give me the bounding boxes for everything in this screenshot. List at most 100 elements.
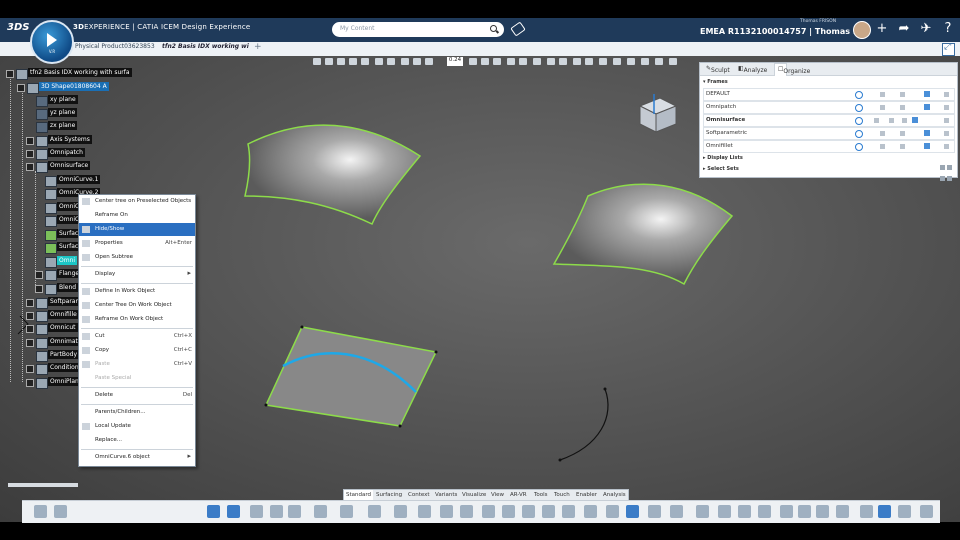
- tab-physical-product[interactable]: Physical Product03623853: [75, 43, 155, 50]
- tab-view[interactable]: View: [491, 492, 504, 498]
- tab-ar-vr[interactable]: AR-VR: [510, 492, 527, 498]
- compass-toggle-icon[interactable]: [573, 58, 581, 65]
- share-icon[interactable]: ➦: [897, 22, 911, 36]
- ground-icon[interactable]: [519, 58, 527, 65]
- expander[interactable]: [35, 271, 43, 279]
- pin-icon[interactable]: [924, 130, 930, 136]
- visibility-icon[interactable]: [880, 105, 885, 110]
- options-icon[interactable]: [944, 144, 949, 149]
- settings-icon[interactable]: [599, 58, 607, 65]
- control-points-icon[interactable]: [626, 505, 639, 518]
- normal-view-icon[interactable]: [375, 58, 383, 65]
- expander[interactable]: [26, 379, 34, 387]
- blend-icon[interactable]: [542, 505, 555, 518]
- frame-row-omnifillet[interactable]: Omnifillet: [703, 140, 955, 153]
- expander[interactable]: [26, 137, 34, 145]
- menu-item-center-tree-work-object[interactable]: Center Tree On Work Object: [79, 299, 195, 312]
- zoom-in-icon[interactable]: [349, 58, 357, 65]
- tab-touch[interactable]: Touch: [554, 492, 570, 498]
- lock-icon[interactable]: [889, 118, 894, 123]
- menu-item-reframe-on-work-object[interactable]: Reframe On Work Object: [79, 313, 195, 326]
- surface-icon[interactable]: [460, 505, 473, 518]
- section-select-sets[interactable]: ▸ Select Sets: [703, 166, 739, 172]
- pin-icon[interactable]: [924, 143, 930, 149]
- current-frame-radio[interactable]: [855, 117, 863, 125]
- hide-icon[interactable]: [902, 118, 907, 123]
- pan-icon[interactable]: [325, 58, 333, 65]
- frame-row-omnisurface[interactable]: Omnisurface: [703, 114, 955, 127]
- visibility-icon[interactable]: [880, 144, 885, 149]
- undo-icon[interactable]: [250, 505, 263, 518]
- rotate-tool-icon[interactable]: [227, 505, 240, 518]
- grid-icon[interactable]: [481, 58, 489, 65]
- materials-icon[interactable]: [547, 58, 555, 65]
- search-icon[interactable]: [490, 25, 497, 32]
- scissors-icon[interactable]: [34, 505, 47, 518]
- previous-icon[interactable]: [780, 505, 793, 518]
- expander[interactable]: [26, 325, 34, 333]
- expander[interactable]: [26, 365, 34, 373]
- pin-icon[interactable]: [924, 91, 930, 97]
- lock-icon[interactable]: [900, 144, 905, 149]
- tab-active-document[interactable]: tfn2 Basis IDX working wi: [162, 43, 249, 50]
- options-icon[interactable]: [944, 118, 949, 123]
- surface-right[interactable]: [552, 183, 734, 286]
- edit-icon[interactable]: [912, 117, 918, 123]
- expander[interactable]: [35, 285, 43, 293]
- fit-all-icon[interactable]: [313, 58, 321, 65]
- lock-icon[interactable]: [900, 105, 905, 110]
- surface-bottom[interactable]: [264, 326, 438, 427]
- tag-icon[interactable]: [510, 21, 526, 37]
- section-actions[interactable]: [940, 79, 954, 94]
- menu-item-copy[interactable]: Copy Ctrl+C: [79, 344, 195, 357]
- measure-icon[interactable]: [493, 58, 501, 65]
- add-icon[interactable]: [940, 176, 945, 181]
- tab-enabler[interactable]: Enabler: [576, 492, 597, 498]
- menu-item-display[interactable]: Display ▸: [79, 268, 195, 281]
- select-icon[interactable]: [878, 505, 891, 518]
- play-icon[interactable]: [798, 505, 811, 518]
- analysis-display-icon[interactable]: [655, 58, 663, 65]
- current-frame-radio[interactable]: [855, 143, 863, 151]
- patch-icon[interactable]: [502, 505, 515, 518]
- goggles-icon[interactable]: [836, 505, 849, 518]
- curve-icon[interactable]: [368, 505, 381, 518]
- current-frame-radio[interactable]: [855, 130, 863, 138]
- update-icon[interactable]: [288, 505, 301, 518]
- measure-icon[interactable]: [696, 505, 709, 518]
- menu-item-parents-children[interactable]: Parents/Children...: [79, 406, 195, 419]
- section-actions[interactable]: [940, 166, 954, 181]
- help-icon[interactable]: ?: [941, 22, 955, 36]
- match-icon[interactable]: [606, 505, 619, 518]
- lighting-icon[interactable]: [559, 58, 567, 65]
- fillet-icon[interactable]: [562, 505, 575, 518]
- table-icon[interactable]: [718, 505, 731, 518]
- options-icon[interactable]: [944, 131, 949, 136]
- surface-top-left[interactable]: [244, 124, 422, 226]
- menu-item-properties[interactable]: Properties Alt+Enter: [79, 237, 195, 250]
- display-options-icon[interactable]: [627, 58, 635, 65]
- compass-widget[interactable]: V.R: [30, 20, 74, 64]
- plus-icon[interactable]: +: [875, 22, 889, 36]
- menu-item-cut[interactable]: Cut Ctrl+X: [79, 330, 195, 343]
- view-mode-icon[interactable]: [387, 58, 395, 65]
- options-icon[interactable]: [944, 105, 949, 110]
- expander[interactable]: [17, 84, 25, 92]
- pin-icon[interactable]: [924, 104, 930, 110]
- menu-item-local-update[interactable]: Local Update: [79, 420, 195, 433]
- menu-item-define-in-work-object[interactable]: Define In Work Object: [79, 285, 195, 298]
- intersect-icon[interactable]: [440, 505, 453, 518]
- settings-icon[interactable]: [860, 505, 873, 518]
- section-frames[interactable]: ▾ Frames: [703, 79, 728, 85]
- tab-organize[interactable]: ☐ Organize: [774, 63, 810, 76]
- tree-scrollbar[interactable]: [8, 483, 78, 487]
- free-curve[interactable]: [559, 388, 609, 461]
- tab-surfacing[interactable]: Surfacing: [376, 492, 402, 498]
- frame-row-omnipatch[interactable]: Omnipatch: [703, 101, 955, 114]
- view-cube-icon[interactable]: [638, 94, 678, 133]
- add-tab-icon[interactable]: +: [254, 42, 262, 52]
- tab-analysis[interactable]: Analysis: [603, 492, 626, 498]
- copy-icon[interactable]: [54, 505, 67, 518]
- menu-item-object-submenu[interactable]: OmniCurve.6 object ▸: [79, 451, 195, 464]
- remove-icon[interactable]: [947, 176, 952, 181]
